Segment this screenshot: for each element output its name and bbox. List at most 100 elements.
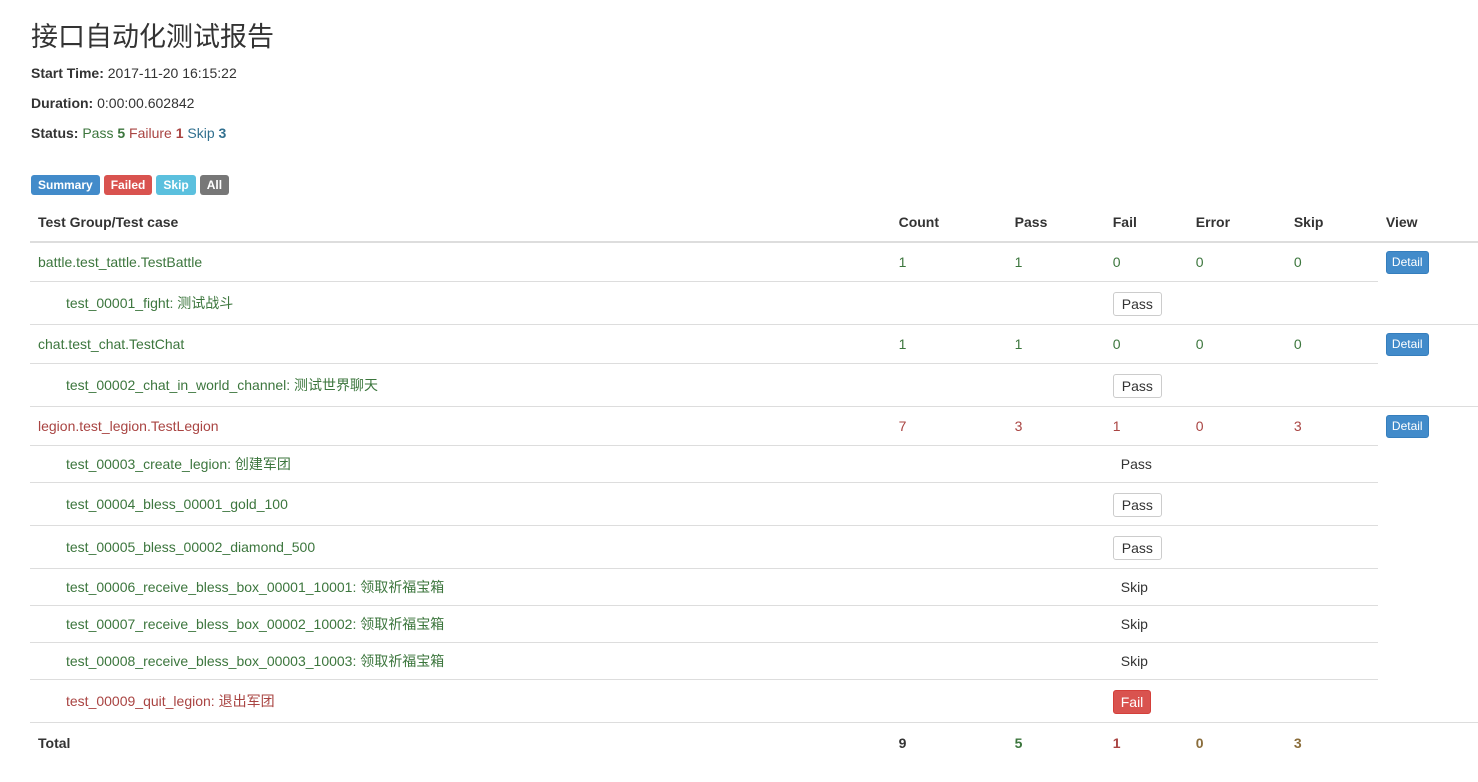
- case-name: test_00007_receive_bless_box_00002_10002…: [30, 605, 891, 643]
- failed-filter-button[interactable]: Failed: [103, 175, 153, 195]
- case-row: test_00001_fight: 测试战斗 Pass: [30, 281, 1478, 325]
- skip-filter-button[interactable]: Skip: [156, 175, 196, 195]
- case-status-text: Skip: [1120, 616, 1148, 632]
- case-status-text: Pass: [1120, 456, 1152, 472]
- total-skip: 3: [1285, 722, 1378, 762]
- group-row: battle.test_tattle.TestBattle 1 1 0 0 0 …: [30, 241, 1478, 282]
- detail-button[interactable]: Detail: [1385, 414, 1429, 438]
- group-view-cell: Detail: [1377, 241, 1478, 282]
- case-status-cell: Pass: [1104, 482, 1378, 526]
- status-skip-label: Skip: [187, 125, 215, 141]
- total-count: 9: [890, 722, 1007, 762]
- detail-button[interactable]: Detail: [1385, 332, 1429, 356]
- case-name: test_00009_quit_legion: 退出军团: [30, 679, 891, 723]
- group-pass: 1: [1006, 241, 1105, 282]
- case-row: test_00002_chat_in_world_channel: 测试世界聊天…: [30, 363, 1478, 407]
- case-empty-cell: [890, 679, 1007, 723]
- case-view-cell: [1378, 483, 1478, 526]
- group-skip: 0: [1285, 324, 1378, 364]
- report-header: 接口自动化测试报告 Start Time: 2017-11-20 16:15:2…: [0, 0, 1478, 195]
- group-fail: 1: [1104, 406, 1188, 446]
- case-row: test_00004_bless_00001_gold_100 Pass: [30, 482, 1478, 526]
- case-status-fail-button[interactable]: Fail: [1112, 690, 1152, 714]
- case-status-text: Skip: [1120, 653, 1148, 669]
- group-skip: 3: [1285, 406, 1378, 446]
- status-failure-count: 1: [175, 125, 184, 141]
- case-empty-cell: [1006, 568, 1105, 606]
- case-status-button[interactable]: Pass: [1112, 374, 1162, 398]
- case-status-cell: Pass: [1104, 525, 1378, 569]
- group-fail: 0: [1104, 324, 1188, 364]
- total-label: Total: [30, 722, 891, 762]
- case-status-cell: Fail: [1104, 679, 1378, 723]
- case-empty-cell: [1006, 281, 1105, 325]
- total-view-cell: [1377, 722, 1478, 762]
- case-name: test_00001_fight: 测试战斗: [30, 281, 891, 325]
- case-view-cell: [1378, 364, 1478, 407]
- header-row: Test Group/Test case Count Pass Fail Err…: [30, 202, 1478, 243]
- case-name: test_00008_receive_bless_box_00003_10003…: [30, 642, 891, 680]
- case-row: test_00007_receive_bless_box_00002_10002…: [30, 605, 1478, 643]
- status-pass-count: 5: [117, 125, 126, 141]
- case-status-cell: Pass: [1104, 363, 1378, 407]
- case-row: test_00003_create_legion: 创建军团 Pass: [30, 445, 1478, 483]
- case-name: test_00005_bless_00002_diamond_500: [30, 525, 891, 569]
- case-status-button[interactable]: Pass: [1112, 493, 1162, 517]
- all-filter-button[interactable]: All: [199, 175, 230, 195]
- case-view-cell: [1378, 680, 1478, 723]
- case-name: test_00003_create_legion: 创建军团: [30, 445, 891, 483]
- group-pass: 3: [1006, 406, 1105, 446]
- case-row: test_00008_receive_bless_box_00003_10003…: [30, 642, 1478, 680]
- case-empty-cell: [1006, 679, 1105, 723]
- total-pass: 5: [1006, 722, 1105, 762]
- group-error: 0: [1187, 324, 1286, 364]
- case-name: test_00006_receive_bless_box_00001_10001…: [30, 568, 891, 606]
- group-name: battle.test_tattle.TestBattle: [30, 241, 891, 282]
- group-row: legion.test_legion.TestLegion 7 3 1 0 3 …: [30, 406, 1478, 446]
- case-name: test_00002_chat_in_world_channel: 测试世界聊天: [30, 363, 891, 407]
- detail-button[interactable]: Detail: [1385, 250, 1429, 274]
- group-skip: 0: [1285, 241, 1378, 282]
- group-count: 1: [890, 241, 1007, 282]
- case-status-cell: Skip: [1104, 568, 1378, 606]
- case-status-cell: Pass: [1104, 445, 1378, 483]
- group-pass: 1: [1006, 324, 1105, 364]
- case-empty-cell: [1006, 525, 1105, 569]
- total-row: Total 9 5 1 0 3: [30, 722, 1478, 762]
- group-error: 0: [1187, 406, 1286, 446]
- total-error: 0: [1187, 722, 1286, 762]
- group-view-cell: Detail: [1377, 324, 1478, 364]
- result-table-body: battle.test_tattle.TestBattle 1 1 0 0 0 …: [30, 241, 1478, 762]
- start-time-value: 2017-11-20 16:15:22: [107, 65, 237, 81]
- header-test-group: Test Group/Test case: [30, 202, 891, 243]
- case-row: test_00006_receive_bless_box_00001_10001…: [30, 568, 1478, 606]
- header-pass: Pass: [1006, 202, 1105, 243]
- start-time-label: Start Time:: [31, 65, 104, 81]
- case-empty-cell: [890, 445, 1007, 483]
- duration-value: 0:00:00.602842: [97, 95, 195, 111]
- group-view-cell: Detail: [1377, 406, 1478, 446]
- case-empty-cell: [1006, 363, 1105, 407]
- case-empty-cell: [1006, 445, 1105, 483]
- header-fail: Fail: [1104, 202, 1188, 243]
- case-empty-cell: [890, 605, 1007, 643]
- case-status-cell: Skip: [1104, 642, 1378, 680]
- status-label: Status:: [31, 125, 79, 141]
- case-empty-cell: [1006, 642, 1105, 680]
- result-table: Test Group/Test case Count Pass Fail Err…: [30, 202, 1478, 762]
- case-status-button[interactable]: Pass: [1112, 292, 1162, 316]
- header-error: Error: [1187, 202, 1286, 243]
- group-count: 7: [890, 406, 1007, 446]
- status-pass-label: Pass: [82, 125, 114, 141]
- summary-filter-button[interactable]: Summary: [31, 175, 100, 195]
- status-failure-label: Failure: [129, 125, 172, 141]
- case-status-cell: Skip: [1104, 605, 1378, 643]
- header-view: View: [1377, 202, 1478, 243]
- case-row: test_00005_bless_00002_diamond_500 Pass: [30, 525, 1478, 569]
- case-view-cell: [1378, 446, 1478, 483]
- case-status-button[interactable]: Pass: [1112, 536, 1162, 560]
- case-empty-cell: [890, 281, 1007, 325]
- start-time-line: Start Time: 2017-11-20 16:15:22: [31, 58, 1478, 88]
- group-name: legion.test_legion.TestLegion: [30, 406, 891, 446]
- duration-line: Duration: 0:00:00.602842: [31, 88, 1478, 118]
